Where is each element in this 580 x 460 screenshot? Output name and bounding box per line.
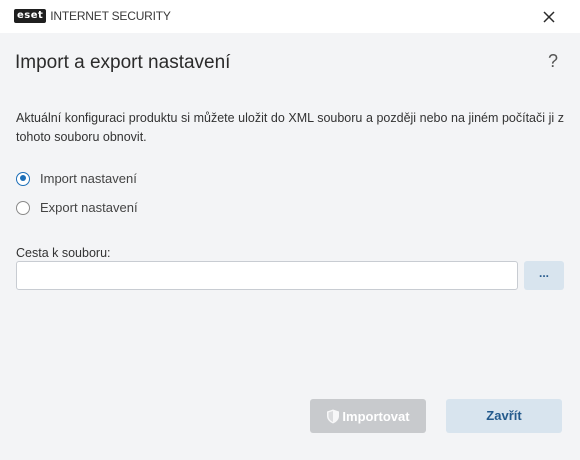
help-icon[interactable]: ? xyxy=(548,51,558,72)
close-button[interactable]: Zavřít xyxy=(446,399,562,433)
title-bar: eset INTERNET SECURITY xyxy=(0,0,580,33)
logo-mark: eset xyxy=(14,9,47,23)
window-close-button[interactable] xyxy=(540,8,558,26)
browse-button[interactable]: ... xyxy=(524,261,564,290)
radio-export-settings[interactable]: Export nastavení xyxy=(16,200,138,215)
product-name: INTERNET SECURITY xyxy=(50,9,171,23)
import-button[interactable]: Importovat xyxy=(310,399,426,433)
close-icon xyxy=(543,11,555,23)
import-button-label: Importovat xyxy=(342,408,410,424)
radio-label-export: Export nastavení xyxy=(40,200,138,215)
page-title: Import a export nastavení xyxy=(15,52,231,73)
eset-logo: eset INTERNET SECURITY xyxy=(14,9,171,23)
radio-button-unchecked[interactable] xyxy=(16,200,30,215)
shield-icon xyxy=(327,409,340,423)
file-path-input[interactable] xyxy=(16,261,518,290)
description-text: Aktuální konfiguraci produktu si můžete … xyxy=(16,111,564,144)
radio-button-checked[interactable] xyxy=(16,171,30,186)
radio-label-import: Import nastavení xyxy=(40,171,137,186)
radio-import-settings[interactable]: Import nastavení xyxy=(16,171,137,186)
file-path-label: Cesta k souboru: xyxy=(16,246,111,260)
